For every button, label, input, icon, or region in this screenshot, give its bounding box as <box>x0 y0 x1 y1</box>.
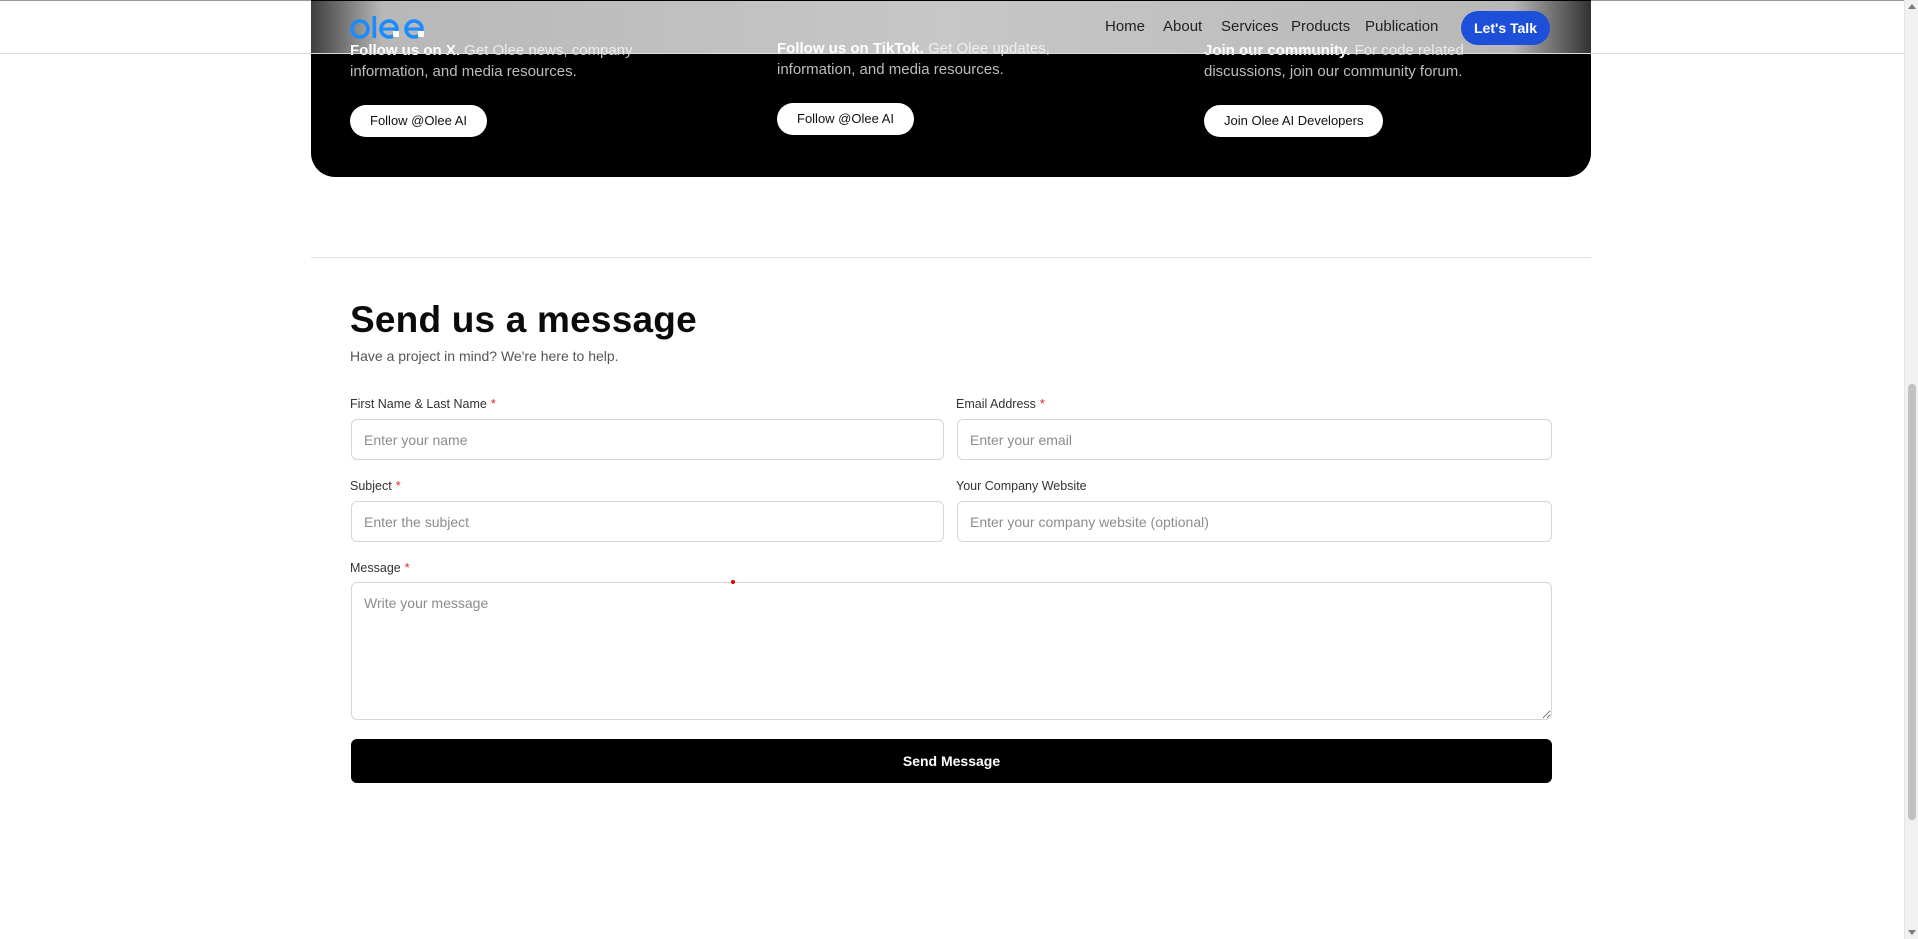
olee-logo[interactable] <box>350 15 428 41</box>
nav-home[interactable]: Home <box>1105 18 1145 35</box>
name-label: First Name & Last Name * <box>350 397 496 411</box>
cursor-dot <box>731 580 735 584</box>
required-marker: * <box>404 561 410 575</box>
message-label-text: Message <box>350 561 401 575</box>
lets-talk-button[interactable]: Let's Talk <box>1461 11 1550 45</box>
email-label: Email Address * <box>956 397 1045 411</box>
subject-input[interactable] <box>351 501 944 542</box>
send-message-button[interactable]: Send Message <box>351 739 1552 783</box>
nav-services[interactable]: Services <box>1221 18 1279 35</box>
section-divider <box>311 257 1591 258</box>
name-label-text: First Name & Last Name <box>350 397 487 411</box>
site-header: Home About Services Products Publication… <box>0 1 1904 54</box>
follow-x-button[interactable]: Follow @Olee AI <box>350 105 488 137</box>
email-label-text: Email Address <box>956 397 1036 411</box>
required-marker: * <box>490 397 496 411</box>
nav-publication[interactable]: Publication <box>1365 18 1438 35</box>
scrollbar-thumb[interactable] <box>1908 384 1916 820</box>
subject-label: Subject * <box>350 479 401 493</box>
join-developers-button[interactable]: Join Olee AI Developers <box>1204 105 1384 137</box>
email-input[interactable] <box>957 419 1552 460</box>
subject-label-text: Subject <box>350 479 392 493</box>
website-input[interactable] <box>957 501 1552 542</box>
form-title: Send us a message <box>350 299 697 340</box>
scroll-down-icon[interactable] <box>1908 930 1916 935</box>
required-marker: * <box>395 479 401 493</box>
nav-products[interactable]: Products <box>1291 18 1350 35</box>
scroll-up-icon[interactable] <box>1908 4 1916 9</box>
required-marker: * <box>1039 397 1045 411</box>
website-label: Your Company Website <box>956 479 1087 493</box>
message-label: Message * <box>350 561 410 575</box>
page-scrollbar[interactable] <box>1904 0 1918 939</box>
form-subtitle: Have a project in mind? We're here to he… <box>350 348 619 364</box>
follow-tiktok-button[interactable]: Follow @Olee AI <box>777 103 915 135</box>
message-textarea[interactable] <box>351 582 1552 720</box>
name-input[interactable] <box>351 419 944 460</box>
nav-about[interactable]: About <box>1163 18 1202 35</box>
